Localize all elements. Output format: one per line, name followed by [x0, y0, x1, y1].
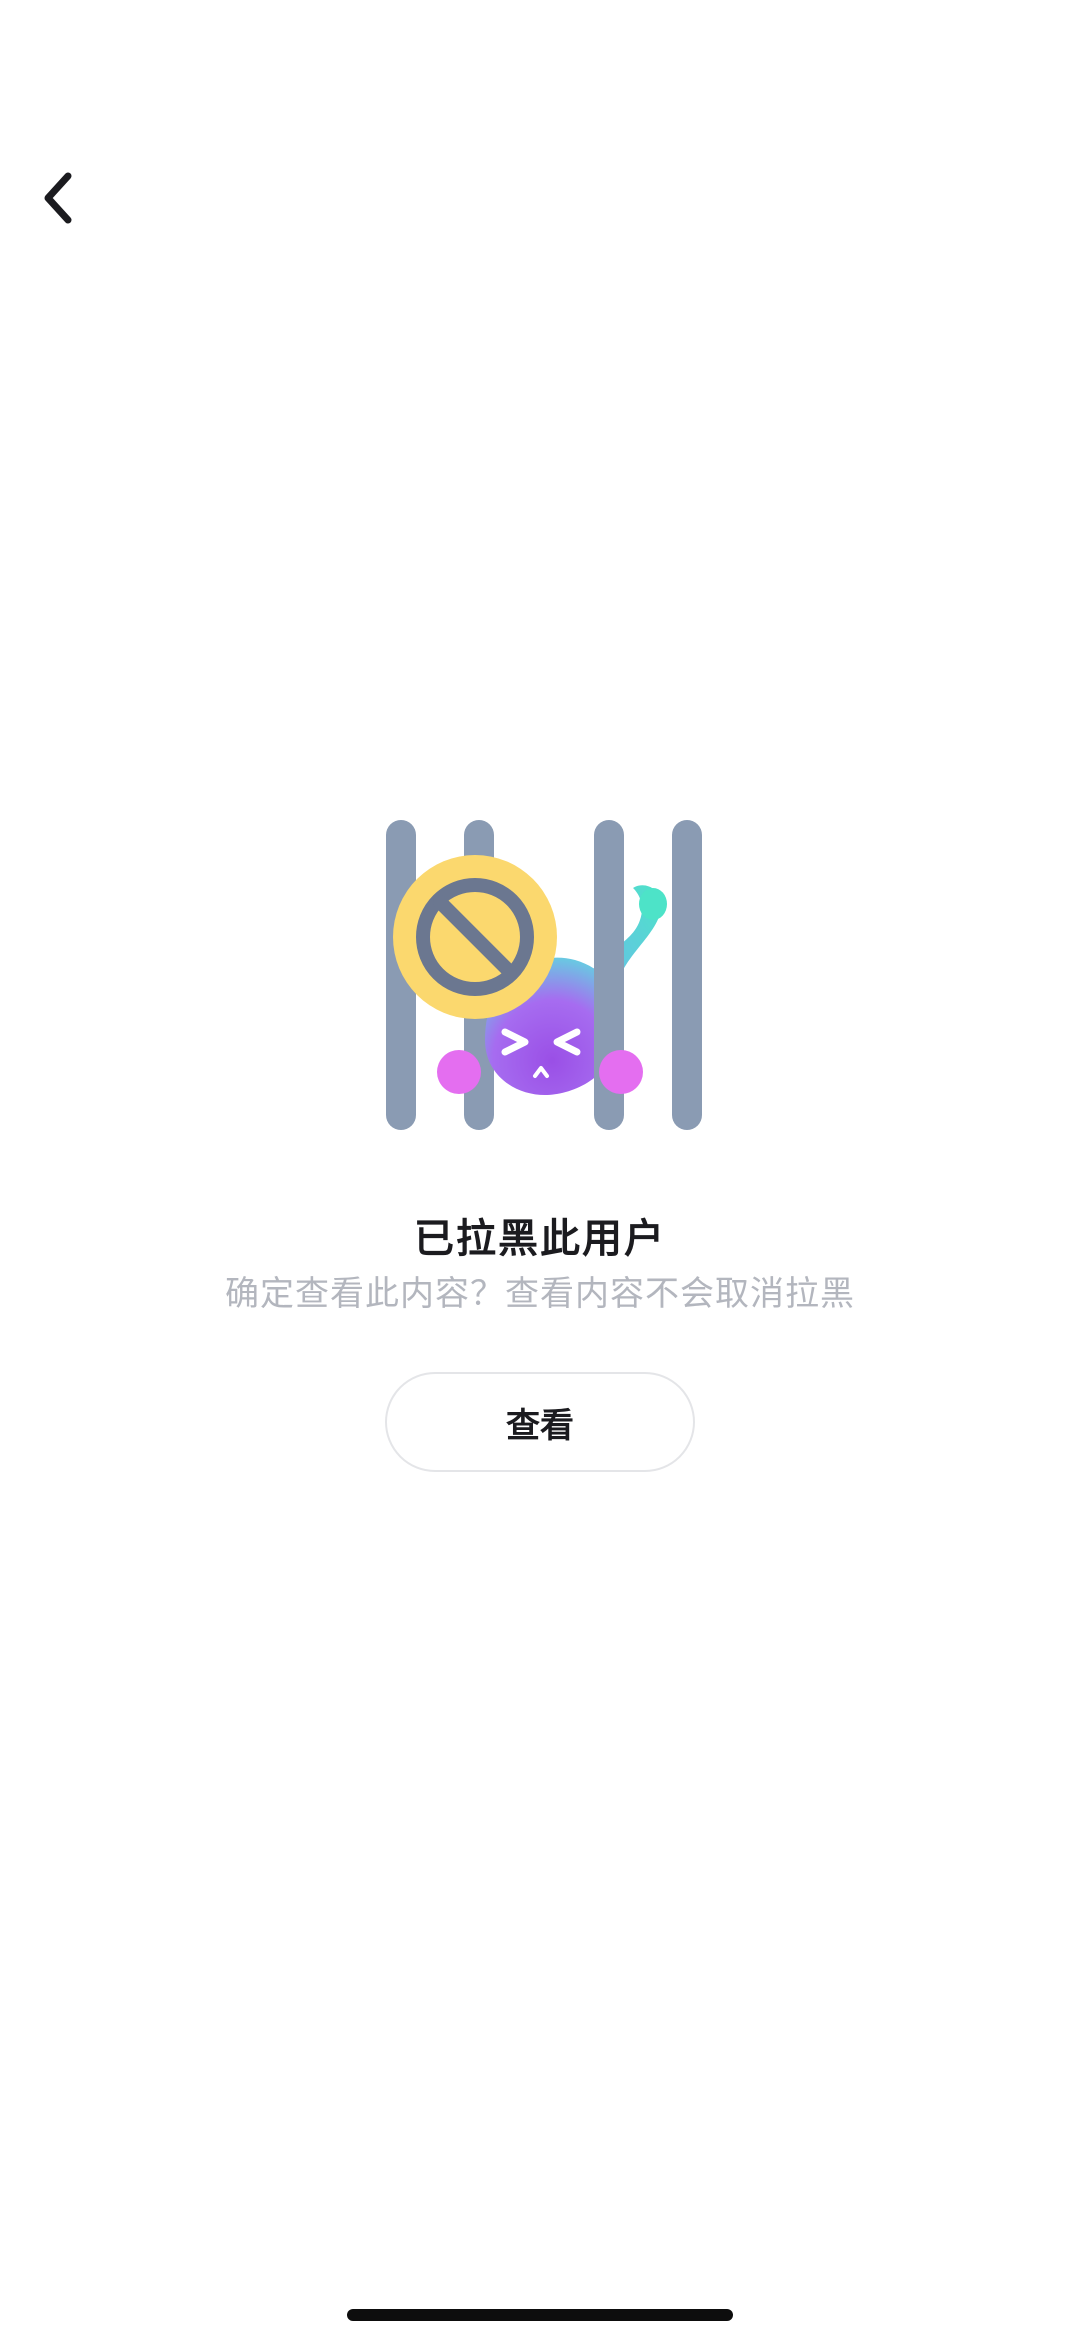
back-button[interactable] — [26, 166, 90, 230]
subtitle-text: 确定查看此内容？查看内容不会取消拉黑 — [225, 1274, 855, 1314]
view-button[interactable]: 查看 — [385, 1372, 695, 1472]
cage-bar — [672, 820, 702, 1130]
home-indicator[interactable] — [347, 2309, 733, 2321]
page-title: 已拉黑此用户 — [414, 1216, 666, 1262]
chevron-left-icon — [44, 172, 72, 224]
blocked-user-illustration — [365, 800, 715, 1140]
